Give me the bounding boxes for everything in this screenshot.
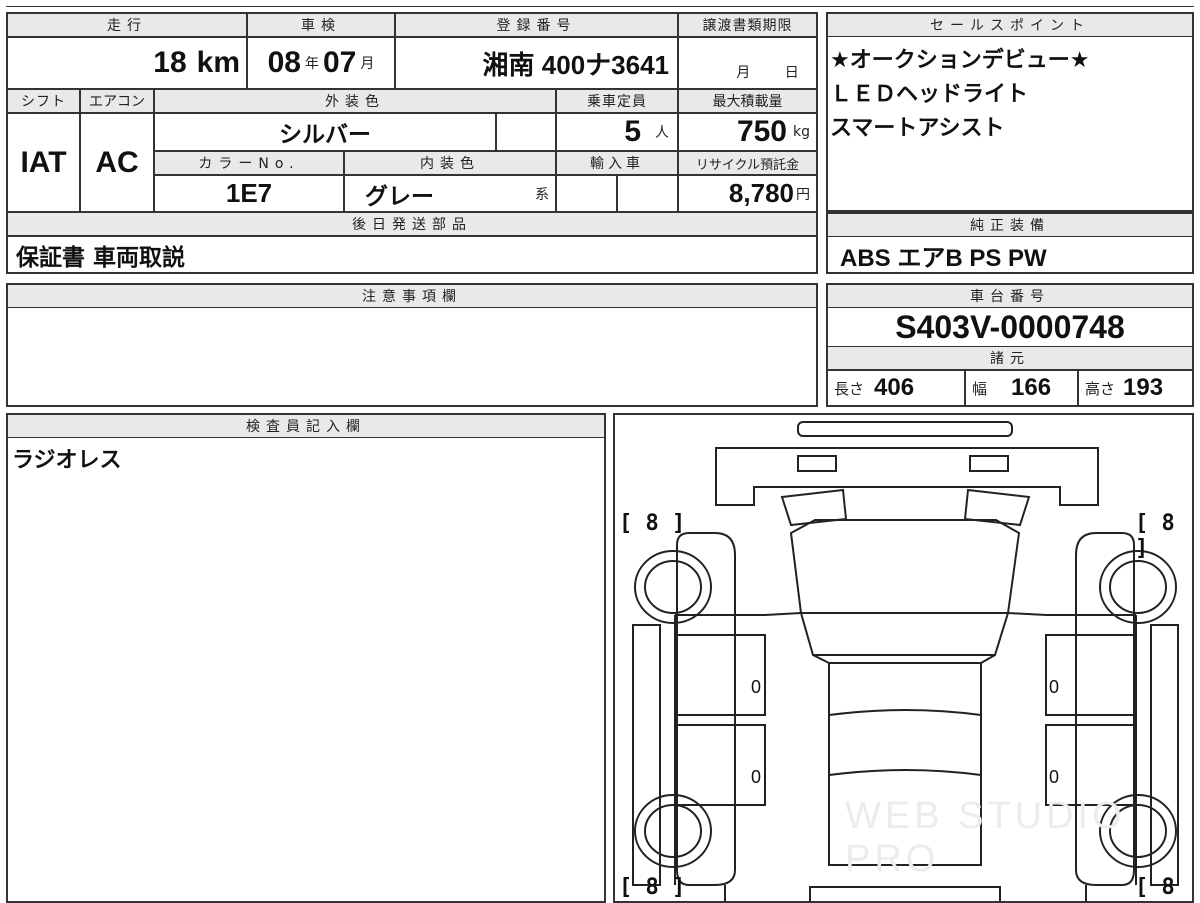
spec-length-label: 長さ <box>834 379 865 398</box>
shift-header: シフト <box>7 89 80 113</box>
aircon-value: AC <box>95 145 139 179</box>
later-parts-value-cell: 保証書 車両取説 <box>7 236 817 273</box>
capacity-header: 乗車定員 <box>556 89 678 113</box>
inspection-year-unit: 年 <box>305 56 319 72</box>
inspection-month: 07 <box>323 46 357 79</box>
sales-point-3: スマートアシスト <box>830 116 1005 141</box>
mileage-unit: km <box>196 46 240 79</box>
spec-width-label: 幅 <box>972 379 988 398</box>
tire-front-right-grade: [ 8 ] <box>1135 511 1175 561</box>
inspector-box <box>6 413 606 903</box>
spec-width-value: 166 <box>1011 374 1052 401</box>
chassis-value: S403V-0000748 <box>895 308 1125 345</box>
damage-diagram-box: [ 8 ] [ 8 ] [ 8 ] [ 8 ] 0 0 0 0 WEB STUD… <box>613 413 1194 903</box>
inspector-header: 検査員記入欄 <box>7 414 605 438</box>
recycle-value-cell: 8,780 円 <box>678 175 817 212</box>
later-parts-header: 後日発送部品 <box>7 212 817 236</box>
equipment-value-cell: ABS エアB PS PW <box>840 238 1190 272</box>
shift-value-cell: IAT <box>7 113 80 212</box>
sales-points-header: セールスポイント <box>827 13 1193 37</box>
inspection-value-cell: 08 年 07 月 <box>247 37 395 89</box>
import-header: 輸入車 <box>556 151 678 175</box>
spec-width-cell: 幅 166 <box>965 370 1078 406</box>
inspection-header: 車検 <box>247 13 395 37</box>
notes-value <box>12 312 812 402</box>
door-rear-right-mark: 0 <box>1049 767 1060 787</box>
exterior-color-value-cell: シルバー <box>154 113 496 151</box>
spec-height-value: 193 <box>1123 374 1164 401</box>
chassis-value-cell: S403V-0000748 <box>827 308 1193 346</box>
capacity-value-cell: 5 人 <box>556 113 678 151</box>
max-load-unit: kg <box>793 124 810 140</box>
watermark-text: WEB STUDIO PRO <box>845 795 1126 880</box>
mileage-header: 走行 <box>7 13 247 37</box>
shift-value: IAT <box>20 145 67 179</box>
inspection-month-unit: 月 <box>360 56 375 72</box>
interior-color-header: 内装色 <box>344 151 556 175</box>
transfer-day-unit: 日 <box>784 65 799 81</box>
color-no-header: カラーNo. <box>154 151 344 175</box>
exterior-color-value: シルバー <box>279 122 371 148</box>
later-parts-value: 保証書 車両取説 <box>16 244 186 271</box>
spec-length-value: 406 <box>874 374 915 401</box>
sales-point-1: ★オークションデビュー★ <box>830 48 1090 73</box>
transfer-deadline-cell: 月 日 <box>678 37 817 89</box>
tire-rear-left-grade: [ 8 ] <box>619 875 686 900</box>
recycle-header: リサイクル預託金 <box>678 151 817 175</box>
registration-value: 湘南 400ナ3641 <box>482 49 669 80</box>
transfer-deadline-header: 譲渡書類期限 <box>678 13 817 37</box>
door-front-right-mark: 0 <box>1049 677 1060 697</box>
equipment-header: 純正装備 <box>827 213 1193 237</box>
specs-header: 諸元 <box>827 346 1193 370</box>
color-no-value-cell: 1E7 <box>154 175 344 212</box>
exterior-color-header: 外装色 <box>154 89 556 113</box>
registration-header: 登録番号 <box>395 13 678 37</box>
import-value-cell-right <box>617 175 678 212</box>
interior-color-value-cell: グレー 系 <box>344 175 556 212</box>
inspection-year: 08 <box>267 46 301 79</box>
spec-height-label: 高さ <box>1085 379 1116 398</box>
mileage-value-cell: 18 km <box>7 37 247 89</box>
door-rear-left-mark: 0 <box>751 767 762 787</box>
notes-header: 注意事項欄 <box>7 284 817 308</box>
aircon-header: エアコン <box>80 89 154 113</box>
interior-color-suffix: 系 <box>535 186 549 203</box>
max-load-header: 最大積載量 <box>678 89 817 113</box>
aircon-value-cell: AC <box>80 113 154 212</box>
recycle-unit: 円 <box>796 186 810 203</box>
max-load-value-cell: 750 kg <box>678 113 817 151</box>
inspector-value: ラジオレス <box>12 448 122 473</box>
capacity-unit: 人 <box>655 125 669 141</box>
color-no-value: 1E7 <box>225 178 273 208</box>
spec-height-cell: 高さ 193 <box>1078 370 1193 406</box>
max-load-value: 750 <box>736 115 787 148</box>
sales-points-list: ★オークションデビュー★ ＬＥＤヘッドライト スマートアシスト <box>830 44 1190 204</box>
recycle-value: 8,780 <box>728 178 794 208</box>
capacity-value: 5 <box>624 115 641 148</box>
registration-value-cell: 湘南 400ナ3641 <box>395 37 678 89</box>
mileage-value: 18 <box>153 46 187 79</box>
door-front-left-mark: 0 <box>751 677 762 697</box>
interior-color-value: グレー <box>365 183 434 210</box>
transfer-month-unit: 月 <box>736 65 751 81</box>
equipment-value: ABS エアB PS PW <box>840 244 1047 272</box>
import-value-cell-left <box>556 175 617 212</box>
sales-point-2: ＬＥＤヘッドライト <box>830 82 1029 107</box>
top-cutoff-strip <box>6 0 1194 7</box>
spec-length-cell: 長さ 406 <box>827 370 965 406</box>
exterior-color-extra-cell <box>496 113 556 151</box>
chassis-header: 車台番号 <box>827 284 1193 308</box>
tire-front-left-grade: [ 8 ] <box>619 511 686 536</box>
